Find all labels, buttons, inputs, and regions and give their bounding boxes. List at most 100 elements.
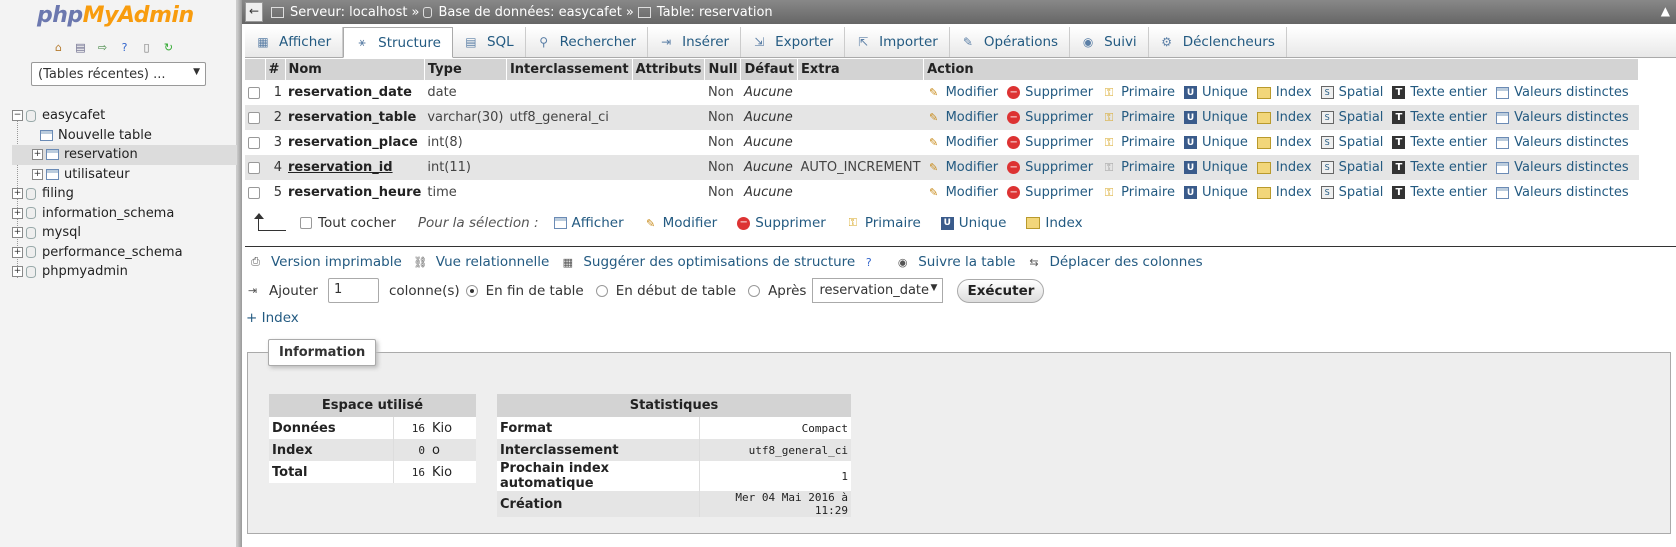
at-end-radio[interactable] (465, 284, 478, 297)
tree-item-mysql[interactable]: + mysql (12, 223, 237, 243)
after-radio[interactable] (748, 284, 761, 297)
bulk-index-button[interactable]: Index (1026, 215, 1083, 231)
tree-item-information-schema[interactable]: + information_schema (12, 204, 237, 224)
check-all-checkbox[interactable] (300, 217, 312, 229)
column-count-input[interactable]: 1 (327, 278, 379, 303)
modify-button[interactable]: ✎ Modifier (927, 160, 998, 175)
header-extra[interactable]: Extra (797, 59, 925, 80)
row-checkbox[interactable] (248, 186, 260, 199)
at-start-radio[interactable] (595, 284, 608, 297)
header-null[interactable]: Null (704, 59, 742, 80)
index-button[interactable]: Index (1256, 135, 1312, 150)
tab-rechercher[interactable]: ⚲ Rechercher (526, 27, 649, 57)
modify-button[interactable]: ✎ Modifier (927, 110, 998, 125)
unique-button[interactable]: U Unique (1183, 85, 1248, 100)
fulltext-button[interactable]: T Texte entier (1392, 185, 1487, 200)
delete-button[interactable]: − Supprimer (1007, 110, 1093, 125)
home-icon[interactable]: ⌂ (51, 40, 66, 54)
spatial-button[interactable]: S Spatial (1320, 185, 1383, 200)
reload-icon[interactable]: ↻ (161, 40, 176, 54)
unique-button[interactable]: U Unique (1183, 135, 1248, 150)
primary-button[interactable]: ⚿ Primaire (1102, 85, 1175, 100)
tree-item-reservation[interactable]: + reservation (12, 145, 237, 165)
bulk-unique-button[interactable]: U Unique (940, 215, 1006, 231)
primary-button[interactable]: ⚿ Primaire (1102, 135, 1175, 150)
modify-button[interactable]: ✎ Modifier (927, 85, 998, 100)
unique-button[interactable]: U Unique (1183, 185, 1248, 200)
nav-resize-handle[interactable] (237, 0, 242, 547)
tab-operations[interactable]: ✎ Opérations (950, 27, 1071, 57)
unique-button[interactable]: U Unique (1183, 110, 1248, 125)
header-attributes[interactable]: Attributs (632, 59, 706, 80)
at-end-label[interactable]: En fin de table (486, 283, 584, 299)
index-button[interactable]: Index (1256, 110, 1312, 125)
distinct-values-button[interactable]: Valeurs distinctes (1496, 110, 1629, 125)
execute-button[interactable]: Exécuter (957, 278, 1045, 303)
index-button[interactable]: Index (1256, 160, 1312, 175)
logout-icon[interactable]: ▤ (73, 40, 88, 54)
delete-button[interactable]: − Supprimer (1007, 185, 1093, 200)
recent-tables-select[interactable]: (Tables récentes) ... ▼ (31, 62, 206, 86)
tree-item-phpmyadmin[interactable]: + phpmyadmin (12, 262, 237, 282)
tab-inserer[interactable]: ⇥ Insérer (648, 27, 742, 57)
fulltext-button[interactable]: T Texte entier (1392, 85, 1487, 100)
breadcrumb-table[interactable]: Table: reservation (657, 5, 773, 20)
help-icon[interactable]: ? (117, 40, 132, 54)
after-column-select[interactable]: reservation_date ▼ (812, 278, 944, 303)
move-columns-link[interactable]: ⇆ Déplacer des colonnes (1026, 254, 1202, 270)
delete-button[interactable]: − Supprimer (1007, 85, 1093, 100)
breadcrumb-server[interactable]: Serveur: localhost (290, 5, 408, 20)
header-type[interactable]: Type (424, 59, 507, 80)
check-all-label[interactable]: Tout cocher (318, 215, 396, 231)
distinct-values-button[interactable]: Valeurs distinctes (1496, 185, 1629, 200)
after-label[interactable]: Après (768, 283, 806, 299)
spatial-button[interactable]: S Spatial (1320, 160, 1383, 175)
back-arrow-icon[interactable]: ← (245, 2, 263, 22)
header-default[interactable]: Défaut (740, 59, 798, 80)
distinct-values-button[interactable]: Valeurs distinctes (1496, 85, 1629, 100)
expand-icon[interactable]: + (12, 207, 23, 219)
row-checkbox[interactable] (248, 136, 260, 149)
add-index-link[interactable]: + Index (246, 310, 299, 326)
at-start-label[interactable]: En début de table (616, 283, 736, 299)
tree-item-filing[interactable]: + filing (12, 184, 237, 204)
tree-item-utilisateur[interactable]: + utilisateur (12, 165, 237, 185)
unique-button[interactable]: U Unique (1183, 160, 1248, 175)
expand-icon[interactable]: + (12, 246, 23, 258)
fulltext-button[interactable]: T Texte entier (1392, 110, 1487, 125)
bulk-modify-button[interactable]: ✎ Modifier (644, 215, 717, 231)
distinct-values-button[interactable]: Valeurs distinctes (1496, 135, 1629, 150)
modify-button[interactable]: ✎ Modifier (927, 135, 998, 150)
expand-icon[interactable]: + (32, 149, 43, 161)
relation-view-link[interactable]: ⛓ Vue relationnelle (413, 254, 549, 270)
tab-exporter[interactable]: ⇲ Exporter (741, 27, 846, 57)
track-table-link[interactable]: ◉ Suivre la table (895, 254, 1016, 270)
collapse-top-icon[interactable]: ▲ (1661, 4, 1670, 18)
breadcrumb-database[interactable]: Base de données: easycafet (438, 5, 621, 20)
tree-item-new-table[interactable]: Nouvelle table (12, 126, 237, 146)
tree-item-performance-schema[interactable]: + performance_schema (12, 243, 237, 263)
tab-afficher[interactable]: ▦ Afficher (245, 27, 344, 57)
tab-suivi[interactable]: ◉ Suivi (1070, 27, 1149, 57)
expand-icon[interactable]: + (12, 227, 23, 239)
help-icon[interactable]: ? (861, 255, 876, 269)
primary-button[interactable]: ⚿ Primaire (1102, 110, 1175, 125)
tab-structure[interactable]: ⚹ Structure (343, 27, 453, 58)
delete-button[interactable]: − Supprimer (1007, 135, 1093, 150)
tab-importer[interactable]: ⇱ Importer (845, 27, 950, 57)
tab-declencheurs[interactable]: ⚙ Déclencheurs (1149, 27, 1287, 57)
index-button[interactable]: Index (1256, 85, 1312, 100)
propose-structure-link[interactable]: ▦ Suggérer des optimisations de structure… (560, 254, 884, 270)
expand-icon[interactable]: + (12, 188, 23, 200)
modify-button[interactable]: ✎ Modifier (927, 185, 998, 200)
docs-icon[interactable]: ▯ (139, 40, 154, 54)
spatial-button[interactable]: S Spatial (1320, 85, 1383, 100)
expand-icon[interactable]: + (32, 168, 43, 180)
fulltext-button[interactable]: T Texte entier (1392, 135, 1487, 150)
primary-button[interactable]: ⚿ Primaire (1102, 185, 1175, 200)
distinct-values-button[interactable]: Valeurs distinctes (1496, 160, 1629, 175)
bulk-delete-button[interactable]: − Supprimer (737, 215, 826, 231)
print-view-link[interactable]: ⎙ Version imprimable (248, 254, 402, 270)
collapse-icon[interactable]: − (12, 110, 23, 122)
index-button[interactable]: Index (1256, 185, 1312, 200)
